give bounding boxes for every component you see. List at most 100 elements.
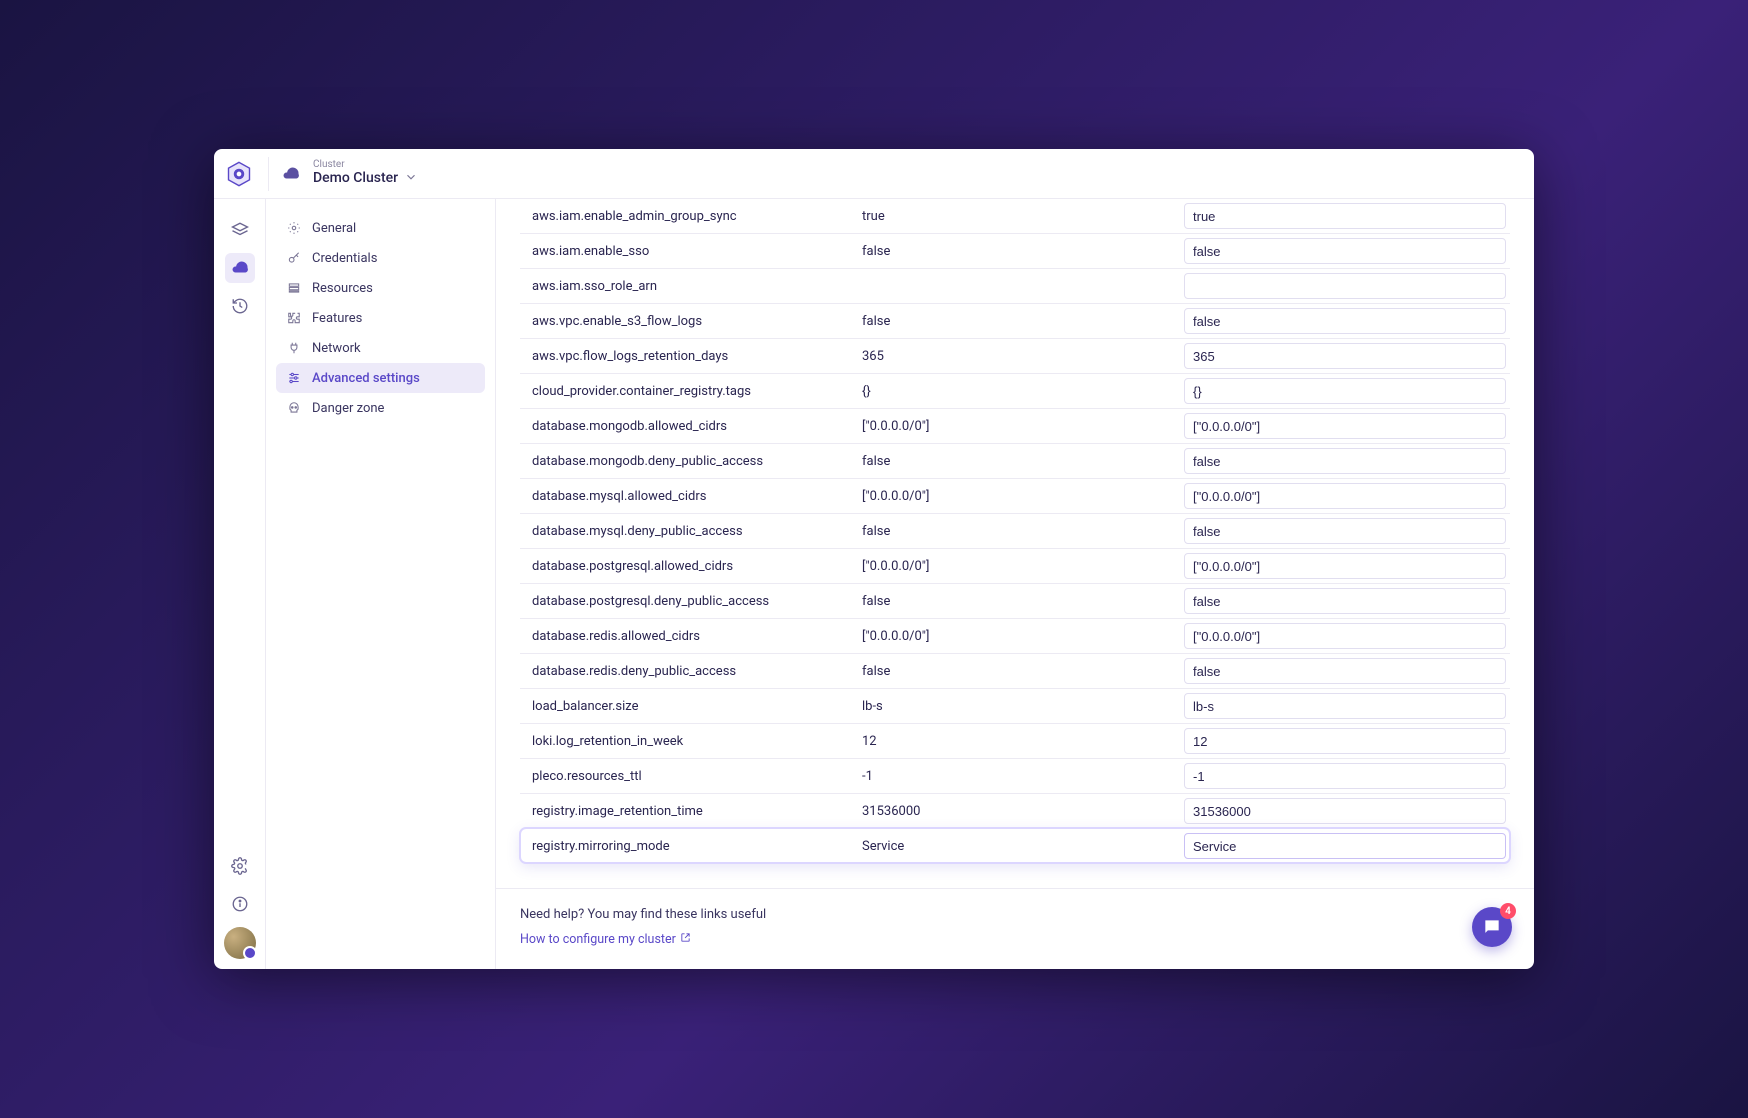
settings-row: aws.iam.sso_role_arn [520,268,1510,303]
setting-value-cell [1180,338,1510,373]
key-icon [286,250,302,266]
modal-body: General Credentials Resources Features N… [214,199,1534,969]
puzzle-icon [286,310,302,326]
setting-key: aws.iam.sso_role_arn [520,268,850,303]
settings-row: database.mongodb.allowed_cidrs["0.0.0.0/… [520,408,1510,443]
setting-default: ["0.0.0.0/0"] [850,408,1180,443]
cluster-selector-name: Demo Cluster [313,171,398,186]
setting-value-cell [1180,408,1510,443]
settings-row: database.mysql.deny_public_accessfalse [520,513,1510,548]
setting-value-input[interactable] [1184,658,1506,684]
sidebar-item-advanced-settings[interactable]: Advanced settings [276,363,485,393]
chat-fab[interactable]: 4 [1472,907,1512,947]
rail-cloud-icon[interactable] [225,253,255,283]
setting-value-input[interactable] [1184,308,1506,334]
setting-value-input[interactable] [1184,798,1506,824]
settings-table-scroll[interactable]: aws.iam.enable_admin_group_synctrueaws.i… [496,199,1534,888]
chat-icon [1482,917,1502,937]
setting-key: aws.iam.enable_sso [520,233,850,268]
setting-value-cell [1180,758,1510,793]
settings-row: loki.log_retention_in_week12 [520,723,1510,758]
stack-icon [286,280,302,296]
cluster-selector[interactable]: Cluster Demo Cluster [313,159,418,188]
setting-default: true [850,199,1180,233]
setting-default: false [850,653,1180,688]
setting-value-input[interactable] [1184,833,1506,859]
setting-value-input[interactable] [1184,273,1506,299]
setting-value-input[interactable] [1184,588,1506,614]
settings-row: database.redis.allowed_cidrs["0.0.0.0/0"… [520,618,1510,653]
setting-default: ["0.0.0.0/0"] [850,618,1180,653]
setting-value-cell [1180,478,1510,513]
setting-key: registry.image_retention_time [520,793,850,828]
sidebar-item-label: Features [312,311,362,326]
setting-default: ["0.0.0.0/0"] [850,548,1180,583]
settings-row: registry.image_retention_time31536000 [520,793,1510,828]
sidebar-item-label: Advanced settings [312,371,420,386]
header-divider [268,157,269,191]
sidebar-item-general[interactable]: General [276,213,485,243]
setting-value-input[interactable] [1184,623,1506,649]
settings-row: database.redis.deny_public_accessfalse [520,653,1510,688]
rail-info-icon[interactable] [225,889,255,919]
setting-value-input[interactable] [1184,203,1506,229]
settings-row: load_balancer.sizelb-s [520,688,1510,723]
help-footer: Need help? You may find these links usef… [496,888,1534,969]
setting-value-cell [1180,828,1510,863]
nav-rail [214,199,266,969]
setting-value-input[interactable] [1184,693,1506,719]
sidebar-item-label: Credentials [312,251,377,266]
setting-key: database.mongodb.allowed_cidrs [520,408,850,443]
chevron-down-icon [404,170,418,188]
setting-default: {} [850,373,1180,408]
advanced-settings-table: aws.iam.enable_admin_group_synctrueaws.i… [520,199,1510,863]
setting-key: pleco.resources_ttl [520,758,850,793]
setting-value-input[interactable] [1184,518,1506,544]
help-footer-link[interactable]: How to configure my cluster [520,932,691,947]
setting-value-cell [1180,618,1510,653]
sliders-icon [286,370,302,386]
rail-history-icon[interactable] [225,291,255,321]
setting-value-cell [1180,548,1510,583]
setting-value-input[interactable] [1184,483,1506,509]
setting-default: 365 [850,338,1180,373]
modal-header: Cluster Demo Cluster [214,149,1534,199]
gear-icon [286,220,302,236]
chat-badge: 4 [1500,903,1516,919]
sidebar-item-label: Network [312,341,361,356]
setting-value-input[interactable] [1184,553,1506,579]
setting-default: false [850,303,1180,338]
setting-default: false [850,583,1180,618]
plug-icon [286,340,302,356]
setting-value-input[interactable] [1184,343,1506,369]
settings-row: database.mongodb.deny_public_accessfalse [520,443,1510,478]
setting-value-cell [1180,373,1510,408]
setting-value-cell [1180,303,1510,338]
setting-value-input[interactable] [1184,448,1506,474]
sidebar-item-danger-zone[interactable]: Danger zone [276,393,485,423]
sidebar-item-network[interactable]: Network [276,333,485,363]
setting-key: loki.log_retention_in_week [520,723,850,758]
setting-value-input[interactable] [1184,238,1506,264]
sidebar-item-resources[interactable]: Resources [276,273,485,303]
sidebar-item-features[interactable]: Features [276,303,485,333]
settings-row: registry.mirroring_modeService [520,828,1510,863]
setting-value-cell [1180,583,1510,618]
setting-value-cell [1180,199,1510,233]
setting-value-input[interactable] [1184,763,1506,789]
settings-row: cloud_provider.container_registry.tags{} [520,373,1510,408]
sidebar-item-credentials[interactable]: Credentials [276,243,485,273]
setting-key: database.mysql.deny_public_access [520,513,850,548]
user-avatar[interactable] [224,927,256,959]
setting-key: aws.iam.enable_admin_group_sync [520,199,850,233]
rail-settings-icon[interactable] [225,851,255,881]
rail-layers-icon[interactable] [225,215,255,245]
setting-value-cell [1180,723,1510,758]
setting-key: registry.mirroring_mode [520,828,850,863]
setting-value-input[interactable] [1184,728,1506,754]
setting-default: false [850,233,1180,268]
setting-value-input[interactable] [1184,413,1506,439]
setting-default: -1 [850,758,1180,793]
setting-value-input[interactable] [1184,378,1506,404]
cloud-icon [281,164,301,184]
